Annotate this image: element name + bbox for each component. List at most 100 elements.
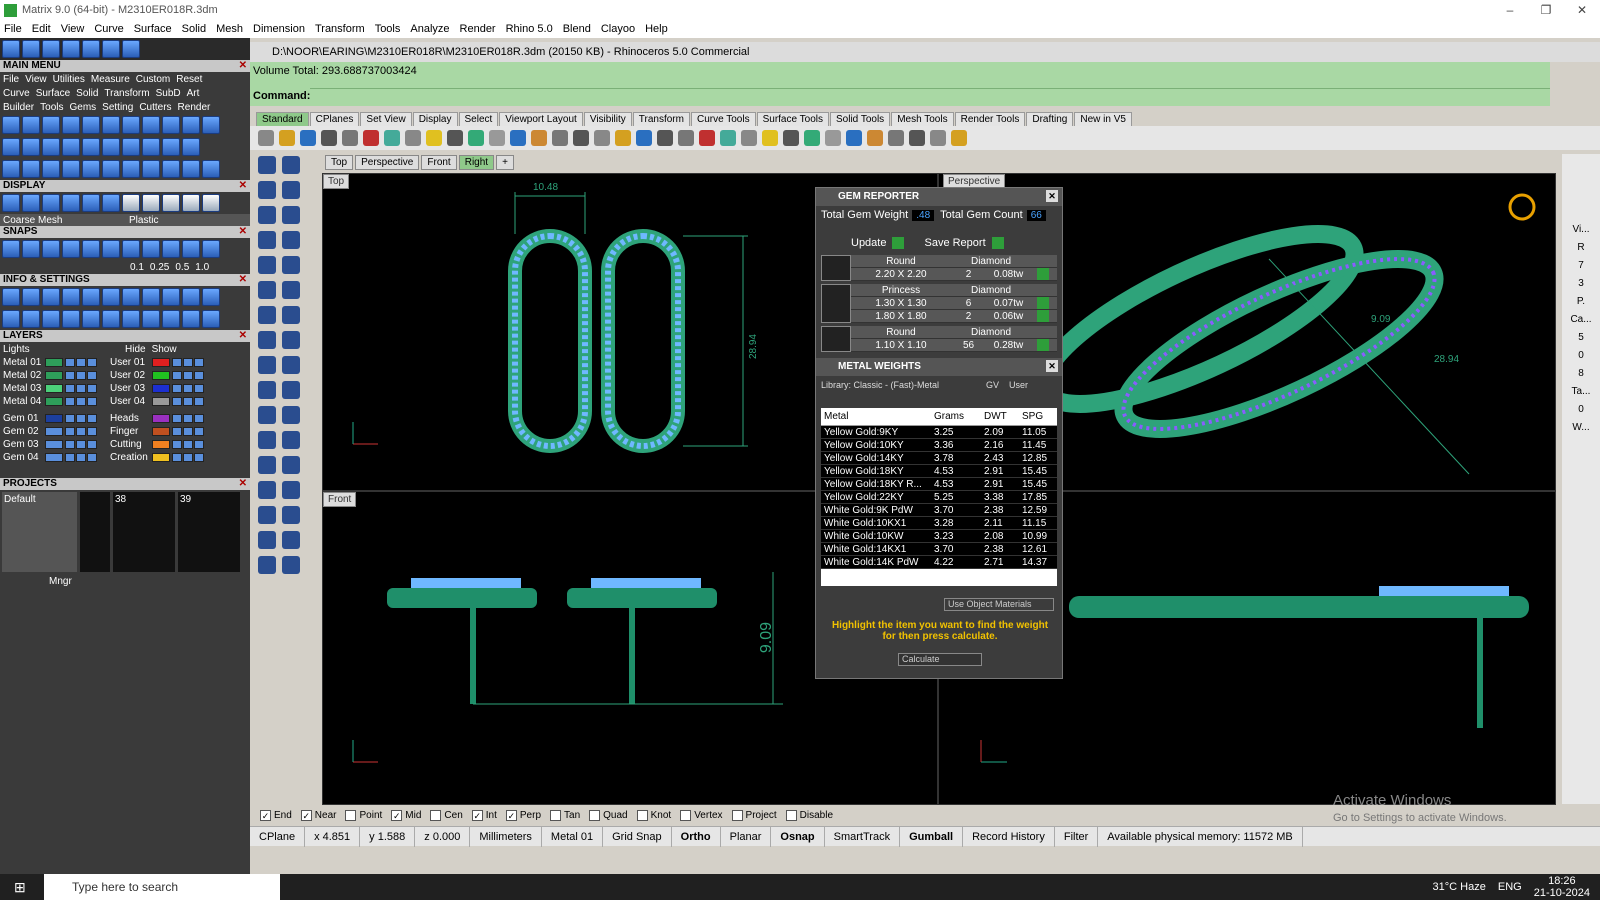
layer-color-swatch[interactable] [45, 371, 63, 380]
gem-go-icon[interactable] [1037, 297, 1049, 309]
layer-row[interactable]: Gem 04 Creation [0, 451, 250, 464]
layer-toggle-icon[interactable] [194, 384, 204, 393]
toolbar-tool-icon[interactable] [258, 130, 274, 146]
toolbar-tab[interactable]: Curve Tools [690, 112, 756, 126]
close-icon[interactable]: ✕ [1046, 190, 1058, 202]
left-tool-icon[interactable] [258, 506, 276, 524]
main-menu-item[interactable]: Curve [3, 88, 30, 99]
toolbar-tool-icon[interactable] [342, 130, 358, 146]
layer-color-swatch[interactable] [45, 414, 63, 423]
clock-date[interactable]: 21-10-2024 [1534, 887, 1590, 899]
command-input[interactable] [310, 88, 1550, 104]
left-tool-icon[interactable] [258, 456, 276, 474]
new-icon[interactable] [2, 40, 20, 58]
osnap-tan[interactable]: Tan [550, 809, 580, 821]
checkbox[interactable]: ✓ [300, 809, 312, 821]
osnap-vertex[interactable]: Vertex [680, 809, 723, 821]
right-strip-item[interactable]: W... [1562, 422, 1600, 438]
column-header[interactable]: Metal [821, 411, 931, 422]
checkbox[interactable] [589, 809, 601, 821]
layer-toggle-icon[interactable] [172, 371, 182, 380]
project-thumb[interactable] [80, 492, 110, 572]
layer-name[interactable]: Metal 01 [3, 357, 45, 368]
toolbar-tab[interactable]: Mesh Tools [891, 112, 954, 126]
layer-toggle-icon[interactable] [194, 358, 204, 367]
layer-row[interactable]: Gem 02 Finger [0, 425, 250, 438]
menu-item-help[interactable]: Help [645, 23, 668, 35]
left-tool-icon[interactable] [258, 481, 276, 499]
left-tool-icon[interactable] [258, 406, 276, 424]
gem-row[interactable]: Round Diamond 2.20 X 2.20 2 0.08tw [821, 255, 1057, 281]
update-button[interactable]: Update [851, 237, 886, 249]
layer-toggle-icon[interactable] [87, 358, 97, 367]
left-tool-icon[interactable] [282, 556, 300, 574]
layer-toggle-icon[interactable] [183, 371, 193, 380]
osnap-cen[interactable]: Cen [430, 809, 463, 821]
status-cplane[interactable]: CPlane [250, 826, 306, 847]
layer-toggle-icon[interactable] [183, 397, 193, 406]
menu-item-mesh[interactable]: Mesh [216, 23, 243, 35]
metal-row[interactable]: White Gold:10KX1 3.28 2.11 11.15 [821, 517, 1057, 530]
layer-toggle-icon[interactable] [87, 427, 97, 436]
left-tool-icon[interactable] [282, 156, 300, 174]
metal-row[interactable]: Yellow Gold:10KY 3.36 2.16 11.45 [821, 439, 1057, 452]
layer-name[interactable]: Gem 04 [3, 452, 45, 463]
layer-toggle-icon[interactable] [183, 358, 193, 367]
status-smart[interactable]: SmartTrack [825, 826, 901, 847]
osnap-project[interactable]: Project [731, 809, 777, 821]
right-strip-item[interactable]: 3 [1562, 278, 1600, 294]
checkbox[interactable] [785, 809, 797, 821]
checkbox[interactable] [680, 809, 692, 821]
layer-color-swatch[interactable] [152, 397, 170, 406]
layer-toggle-icon[interactable] [76, 384, 86, 393]
right-strip-item[interactable]: 8 [1562, 368, 1600, 384]
menu-item-analyze[interactable]: Analyze [410, 23, 449, 35]
metal-row[interactable]: Yellow Gold:14KY 3.78 2.43 12.85 [821, 452, 1057, 465]
layer-color-swatch[interactable] [152, 358, 170, 367]
status-x[interactable]: x 4.851 [305, 826, 361, 847]
print-icon[interactable] [62, 40, 80, 58]
layer-toggle-icon[interactable] [194, 427, 204, 436]
left-tool-icon[interactable] [282, 431, 300, 449]
toolbar-tool-icon[interactable] [489, 130, 505, 146]
status-units[interactable]: Millimeters [470, 826, 542, 847]
layer-color-swatch[interactable] [45, 440, 63, 449]
right-strip-item[interactable]: Ca... [1562, 314, 1600, 330]
layer-toggle-icon[interactable] [87, 384, 97, 393]
toolbar-tool-icon[interactable] [930, 130, 946, 146]
layer-color-swatch[interactable] [152, 414, 170, 423]
osnap-perp[interactable]: ✓ Perp [505, 809, 541, 821]
menu-item-rhino50[interactable]: Rhino 5.0 [506, 23, 553, 35]
left-tool-icon[interactable] [258, 231, 276, 249]
status-memory[interactable]: Available physical memory: 11572 MB [1098, 826, 1303, 847]
use-object-materials[interactable]: Use Object Materials [944, 598, 1054, 611]
project-thumb-39[interactable]: 39 [178, 492, 240, 572]
osnap-mid[interactable]: ✓ Mid [391, 809, 421, 821]
toolbar-tool-icon[interactable] [846, 130, 862, 146]
right-strip-item[interactable]: Vi... [1562, 224, 1600, 240]
layer-toggle-icon[interactable] [172, 358, 182, 367]
left-tool-icon[interactable] [258, 256, 276, 274]
snap-value[interactable]: 0.5 [175, 262, 189, 273]
main-menu-item[interactable]: Gems [70, 102, 97, 113]
main-menu-item[interactable]: Reset [176, 74, 202, 85]
layer-name[interactable]: Creation [110, 452, 152, 463]
taskbar-search[interactable]: Type here to search [44, 874, 280, 900]
status-ortho[interactable]: Ortho [672, 826, 721, 847]
status-y[interactable]: y 1.588 [360, 826, 416, 847]
left-tool-icon[interactable] [282, 306, 300, 324]
layer-color-swatch[interactable] [45, 384, 63, 393]
left-tool-icon[interactable] [282, 381, 300, 399]
status-planar[interactable]: Planar [721, 826, 772, 847]
restore-button[interactable]: ❐ [1528, 3, 1564, 17]
layer-name[interactable]: Metal 04 [3, 396, 45, 407]
clock-time[interactable]: 18:26 [1548, 875, 1576, 887]
layer-toggle-icon[interactable] [76, 397, 86, 406]
layer-toggle-icon[interactable] [183, 427, 193, 436]
layer-toggle-icon[interactable] [172, 397, 182, 406]
gv-button[interactable]: GV [986, 380, 999, 390]
left-tool-icon[interactable] [282, 456, 300, 474]
layer-name[interactable]: Cutting [110, 439, 152, 450]
left-tool-icon[interactable] [282, 281, 300, 299]
hide-button[interactable]: Hide [125, 344, 146, 355]
